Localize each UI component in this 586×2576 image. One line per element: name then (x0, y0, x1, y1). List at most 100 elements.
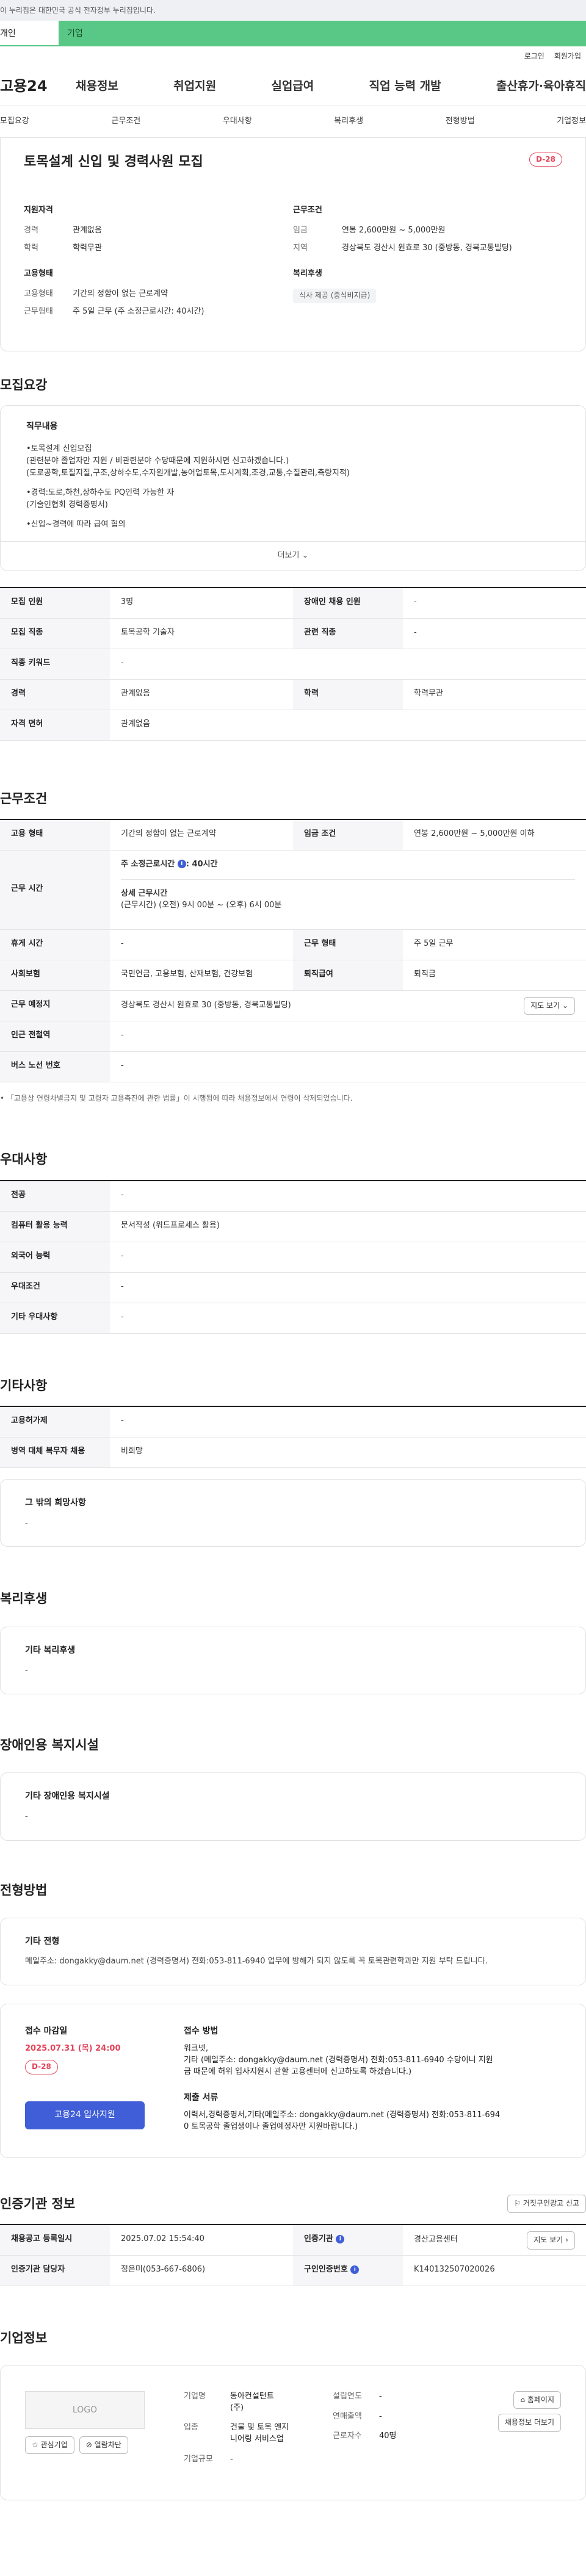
table-header-cell: 근무 예정지 (0, 990, 110, 1021)
subnav-work[interactable]: 근무조건 (111, 116, 140, 128)
report-button-label: 거짓구인광고 신고 (523, 2199, 579, 2208)
more-jobs-button[interactable]: 채용정보 더보기 (497, 2414, 561, 2432)
table-row: 휴게 시간 - 근무 형태 주 5일 근무 (0, 929, 586, 960)
table-cell: 기간의 정함이 없는 근로계약 (121, 829, 216, 838)
method-line: 워크넷, (184, 2044, 209, 2054)
section-nav: 모집요강 근무조건 우대사항 복리후생 전형방법 기업정보 (0, 106, 586, 138)
table-row: 인근 전철역 - (0, 1021, 586, 1052)
cond-value: 경상북도 경산시 원효로 30 (중방동, 경북교통빌딩) (342, 243, 512, 253)
recruit-table: 모집 인원 3명 장애인 채용 인원 - 모집 직종 토목공학 기술자 관련 직종 - 직종… (0, 586, 586, 741)
org-key-label: 인증기관 (304, 2234, 333, 2244)
report-icon: ⚐ (514, 2199, 523, 2208)
block-view-button[interactable]: ⊘ 열람차단 (79, 2436, 128, 2455)
table-row: 고용 형태 기간의 정함이 없는 근로계약 임금 조건 연봉 2,600만원 ~ 5,… (0, 819, 586, 851)
table-header-cell: 우대조건 (0, 1272, 110, 1303)
table-header-cell: 사회보험 (0, 960, 110, 990)
emp-key: 고용형태 (24, 289, 53, 299)
etc-section-title: 기타사항 (0, 1378, 48, 1393)
favorite-label: 관심기업 (40, 2440, 68, 2449)
industry-value-2: 니어링 서비스업 (230, 2434, 284, 2444)
chevron-right-icon: › (565, 2236, 568, 2245)
emp-value: 주 5일 근무 (주 소정근로시간: 40시간) (73, 307, 204, 317)
pref-section-title: 우대사항 (0, 1152, 48, 1167)
welfare-section-title: 복리후생 (0, 1591, 48, 1606)
homepage-button[interactable]: ⌂ 홈페이지 (513, 2391, 561, 2409)
method-line: 기타 (메일주소: dongakky@daum.net (경력증명서) 전화:0… (184, 2056, 493, 2065)
table-cell: - (414, 597, 417, 606)
method-heading: 접수 방법 (184, 2026, 219, 2037)
site-logo[interactable]: 고용24 (0, 76, 76, 97)
table-cell: - (121, 938, 124, 948)
gnb-item-leave[interactable]: 출산휴가·육아휴직 (496, 78, 586, 95)
chevron-down-icon: ⌄ (562, 1001, 568, 1010)
info-icon[interactable]: i (336, 2234, 345, 2243)
agency-map-button[interactable]: 지도 보기 › (527, 2231, 575, 2250)
more-button[interactable]: 더보기 ⌄ (1, 541, 585, 570)
gov-banner: 이 누리집은 대한민국 공식 전자정부 누리집입니다. (0, 0, 586, 21)
table-cell: - (121, 1030, 124, 1040)
detail-hours-value: (근무시간) (오전) 9시 00분 ~ (오후) 6시 00분 (121, 900, 282, 910)
chevron-down-icon: ⌄ (302, 550, 309, 560)
docs-heading: 제출 서류 (184, 2092, 219, 2103)
login-link[interactable]: 로그인 (524, 51, 544, 62)
table-header-cell: 고용허가제 (0, 1407, 110, 1437)
duty-card: 직무내용 •토목설계 신입모집 (관련분야 졸업자만 지원 / 비관련분야 수당… (0, 405, 586, 571)
gnb-item-support[interactable]: 취업지원 (173, 78, 216, 95)
welfare-chip: 식사 제공 (중식비지급) (293, 289, 377, 303)
favorite-company-button[interactable]: ☆ 관심기업 (25, 2436, 74, 2455)
job-title: 토목설계 신입 및 경력사원 모집 (24, 154, 203, 170)
table-cell: 문서작성 (워드프로세스 활용) (121, 1220, 220, 1230)
subnav-company[interactable]: 기업정보 (557, 116, 586, 128)
table-cell: 국민연금, 고용보험, 산재보험, 건강보험 (121, 969, 253, 979)
employment-group: 고용형태 고용형태 기간의 정함이 없는 근로계약 근무형태 주 5일 근무 (주 … (24, 268, 293, 318)
table-header-cell: 학력 (293, 679, 403, 710)
subnav-select[interactable]: 전형방법 (446, 116, 475, 128)
tab-enterprise[interactable]: 기업 (59, 21, 586, 46)
star-icon: ☆ (32, 2440, 41, 2449)
map-button[interactable]: 지도 보기 ⌄ (524, 996, 575, 1015)
qual-key: 경력 (24, 225, 38, 235)
duty-line: •신입~경력에 따라 급여 협의 (26, 520, 126, 530)
table-row: 경력 관계없음 학력 학력무관 (0, 679, 586, 710)
gnb-item-benefit[interactable]: 실업급여 (271, 78, 314, 95)
disab-card: 기타 장애인용 복지시설 - (0, 1772, 586, 1841)
table-header-cell: 근무 시간 (0, 850, 110, 929)
org-value: 경산고용센터 (414, 2235, 458, 2245)
company-logo: LOGO (25, 2391, 145, 2429)
table-row: 병역 대체 복무자 채용 비희망 (0, 1437, 586, 1469)
table-cell: - (121, 1251, 124, 1261)
site-switcher: 개인 기업 (0, 21, 586, 46)
gnb-item-training[interactable]: 직업 능력 개발 (369, 78, 441, 95)
gnb-item-jobs[interactable]: 채용정보 (76, 78, 118, 95)
sales-value: - (379, 2411, 382, 2421)
info-icon[interactable]: i (350, 2265, 360, 2274)
table-row: 우대조건 - (0, 1272, 586, 1303)
employees-value: 40명 (379, 2431, 397, 2441)
qualification-group: 지원자격 경력 관계없음 학력 학력무관 (24, 205, 293, 254)
info-icon[interactable]: i (177, 860, 186, 869)
report-button[interactable]: ⚐ 거짓구인광고 신고 (507, 2195, 586, 2213)
apply-button[interactable]: 고용24 입사지원 (25, 2101, 145, 2129)
table-header-cell: 관련 직종 (293, 618, 403, 649)
subnav-pref[interactable]: 우대사항 (223, 116, 252, 128)
table-header-cell: 병역 대체 복무자 채용 (0, 1437, 110, 1468)
tab-personal[interactable]: 개인 (0, 21, 59, 46)
select-card-value: 메일주소: dongakky@daum.net (경력증명서) 전화:053-8… (25, 1957, 488, 1966)
qual-value: 학력무관 (73, 243, 102, 253)
emp-key: 근무형태 (24, 307, 53, 317)
subnav-welfare[interactable]: 복리후생 (334, 116, 363, 128)
more-jobs-label: 채용정보 더보기 (504, 2418, 554, 2427)
table-header-cell: 모집 인원 (0, 588, 110, 618)
subnav-recruit[interactable]: 모집요강 (0, 116, 29, 128)
welfare-card-heading: 기타 복리후생 (25, 1645, 76, 1655)
table-cell: - (121, 1416, 124, 1426)
table-header-cell: 버스 노선 번호 (0, 1051, 110, 1082)
table-cell: 토목공학 기술자 (121, 627, 175, 637)
work-time-cell: 주 소정근로시간 i: 40시간 상세 근무시간 (근무시간) (오전) 9시 … (110, 851, 586, 929)
qual-key: 학력 (24, 243, 38, 253)
employment-heading: 고용형태 (24, 269, 53, 279)
signup-link[interactable]: 회원가입 (554, 51, 581, 62)
pref-table: 전공 - 컴퓨터 활용 능력 문서작성 (워드프로세스 활용) 외국어 능력 - 우대… (0, 1179, 586, 1334)
etc-card-heading: 그 밖의 희망사항 (25, 1498, 86, 1508)
qual-value: 관계없음 (73, 225, 102, 235)
